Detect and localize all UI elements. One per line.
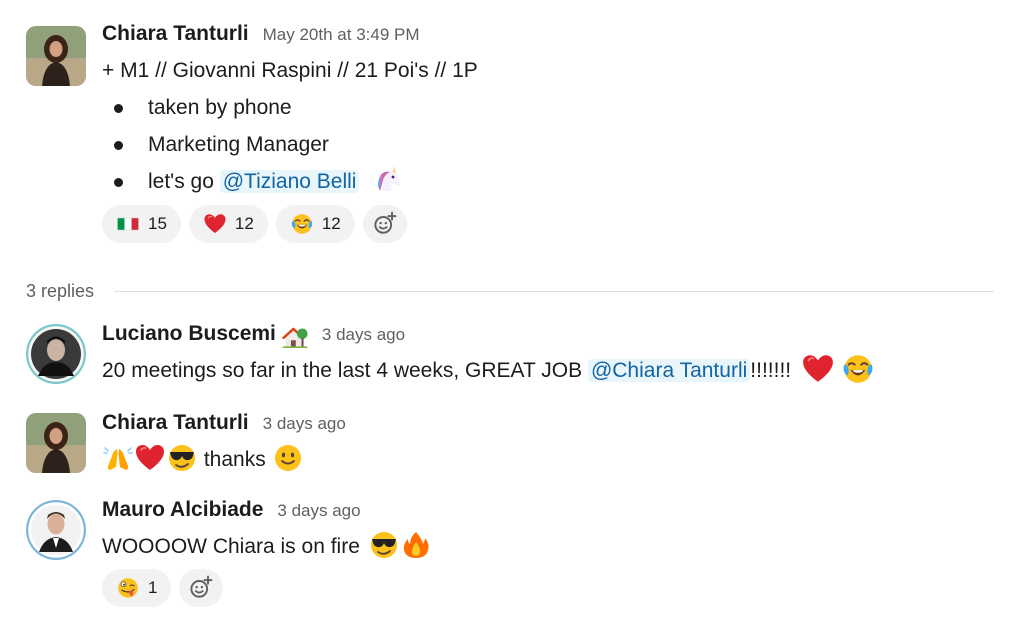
slightly-smiling-face-icon xyxy=(273,444,302,473)
add-reaction-icon xyxy=(374,211,397,234)
user-mention[interactable]: @Chiara Tanturli xyxy=(587,359,751,382)
tears-of-joy-icon xyxy=(290,213,313,235)
reaction-count: 12 xyxy=(234,214,254,233)
bullet-list: taken by phone Marketing Manager let's g… xyxy=(102,89,1004,200)
add-reaction-icon xyxy=(190,575,213,598)
message-timestamp[interactable]: 3 days ago xyxy=(277,501,360,521)
avatar-mauro-alcibiade[interactable] xyxy=(26,500,86,560)
reaction-zany-face[interactable]: 1 xyxy=(102,569,172,607)
reaction-tears-of-joy[interactable]: 12 xyxy=(275,205,355,243)
message-text: thanks xyxy=(102,441,1004,478)
red-heart-icon xyxy=(802,354,834,383)
reaction-red-heart[interactable]: 12 xyxy=(188,205,268,243)
replies-divider: 3 replies xyxy=(26,278,994,304)
house-with-garden-icon xyxy=(281,327,308,350)
message-text: + M1 // Giovanni Raspini // 21 Poi's // … xyxy=(102,59,478,82)
author-name[interactable]: Chiara Tanturli xyxy=(102,22,249,46)
avatar-chiara-tanturli[interactable] xyxy=(26,26,86,86)
avatar-luciano-buscemi[interactable] xyxy=(26,324,86,384)
red-heart-icon xyxy=(135,444,165,472)
cool-sunglasses-icon xyxy=(168,444,196,473)
tears-of-joy-icon xyxy=(842,354,874,385)
italy-flag-icon xyxy=(117,217,139,231)
message-text: WOOOOW Chiara is on fire xyxy=(102,528,1004,565)
message-timestamp[interactable]: 3 days ago xyxy=(263,414,346,434)
list-item: Marketing Manager xyxy=(102,126,1004,163)
reaction-count: 12 xyxy=(321,214,341,233)
reaction-count: 15 xyxy=(148,214,167,233)
author-name[interactable]: Luciano Buscemi xyxy=(102,322,276,346)
cool-sunglasses-icon xyxy=(369,531,398,560)
list-item: let's go @Tiziano Belli xyxy=(102,163,1004,200)
red-heart-icon xyxy=(203,213,226,234)
reaction-bar: 15 12 12 xyxy=(102,205,1004,243)
fire-icon xyxy=(403,532,429,559)
author-name[interactable]: Chiara Tanturli xyxy=(102,411,249,435)
add-reaction-button[interactable] xyxy=(179,569,224,607)
zany-face-icon xyxy=(117,577,139,599)
author-name[interactable]: Mauro Alcibiade xyxy=(102,498,263,522)
reaction-count: 1 xyxy=(148,578,158,597)
user-mention[interactable]: @Tiziano Belli xyxy=(219,170,360,193)
avatar-chiara-tanturli[interactable] xyxy=(26,413,86,473)
message-timestamp[interactable]: May 20th at 3:49 PM xyxy=(263,25,420,45)
unicorn-icon xyxy=(377,165,402,193)
add-reaction-button[interactable] xyxy=(362,205,407,243)
message-text: 20 meetings so far in the last 4 weeks, … xyxy=(102,352,1004,389)
list-item: taken by phone xyxy=(102,89,1004,126)
replies-count: 3 replies xyxy=(26,280,95,301)
folded-hands-icon xyxy=(103,447,133,472)
reaction-italy-flag[interactable]: 15 xyxy=(102,205,181,243)
message-timestamp[interactable]: 3 days ago xyxy=(322,325,405,345)
divider-line xyxy=(114,290,994,292)
reaction-bar: 1 xyxy=(102,569,1004,607)
